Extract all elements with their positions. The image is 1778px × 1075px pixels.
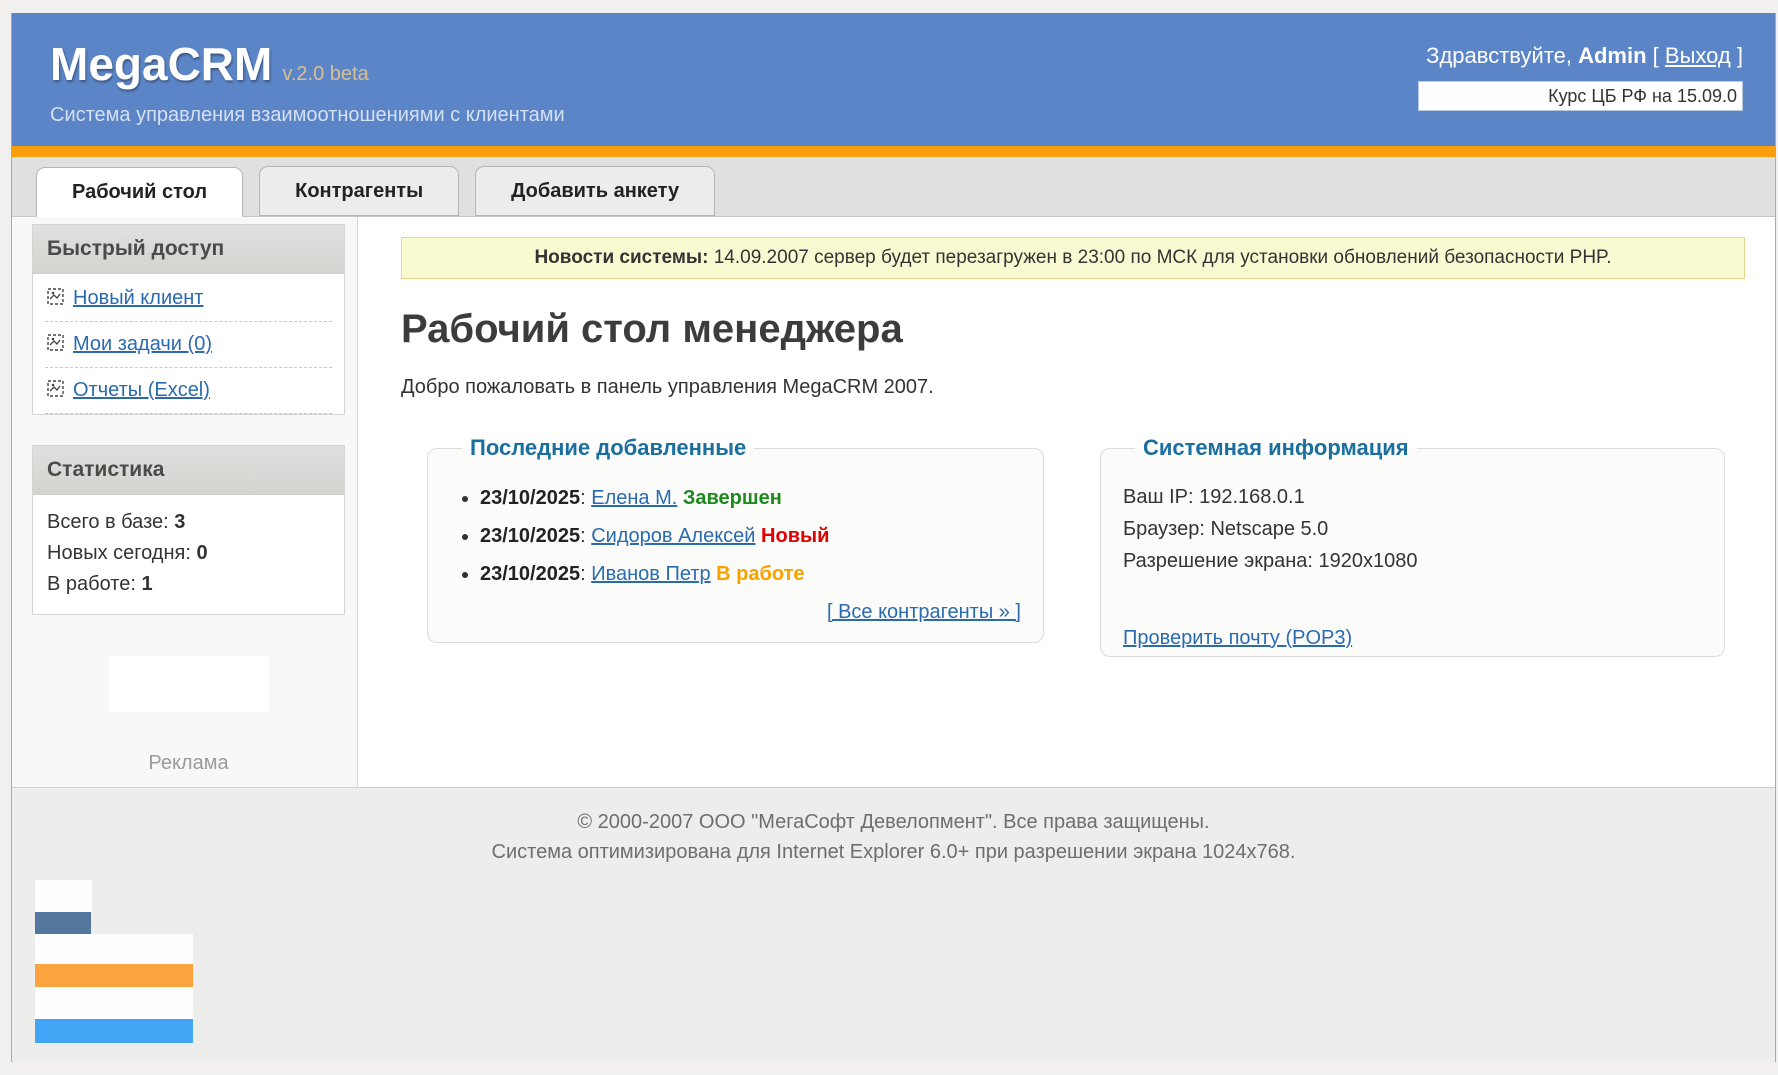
- stat-in-progress: В работе: 1: [47, 573, 153, 595]
- system-info-legend: Системная информация: [1143, 435, 1409, 460]
- logout-bracket-open: [: [1652, 43, 1659, 68]
- app-header: MegaCRM v.2.0 beta Система управления вз…: [12, 13, 1775, 146]
- quick-link-my-tasks[interactable]: Мои задачи (0): [73, 333, 212, 356]
- broken-banner-placeholder: [35, 964, 193, 987]
- statistics-body: Всего в базе: 3 Новых сегодня: 0 В работ…: [33, 495, 344, 614]
- quick-access-box: Быстрый доступ Новый клиент Мои задачи (…: [32, 224, 345, 415]
- all-contractors-wrap: [ Все контрагенты » ]: [450, 601, 1021, 624]
- system-news-text: 14.09.2007 сервер будет перезагружен в 2…: [713, 247, 1612, 268]
- broken-banner-placeholder: [35, 987, 193, 1019]
- broken-banner-placeholder: [35, 1019, 193, 1043]
- status-badge: В работе: [716, 563, 805, 585]
- stat-total: Всего в базе: 3: [47, 511, 186, 533]
- user-greeting: Здравствуйте, Admin [ Выход ]: [1418, 43, 1743, 69]
- accent-bar: [12, 146, 1775, 157]
- currency-ticker: Курс ЦБ РФ на 15.09.0: [1418, 81, 1743, 111]
- quick-access-list: Новый клиент Мои задачи (0) Отчеты (Exce…: [33, 274, 344, 414]
- list-item: Новый клиент: [45, 276, 332, 322]
- statistics-title: Статистика: [33, 446, 344, 495]
- stat-new-today: Новых сегодня: 0: [47, 542, 208, 564]
- optimized-line: Система оптимизирована для Internet Expl…: [491, 841, 1296, 863]
- record-date: 23/10/2025: [480, 487, 581, 509]
- client-link[interactable]: Иванов Петр: [591, 563, 710, 585]
- broken-banner-group: [35, 880, 1775, 1043]
- tab-desktop[interactable]: Рабочий стол: [36, 167, 244, 217]
- table-row: 23/10/2025: Елена М. Завершен: [480, 487, 1021, 510]
- main-content: Новости системы: 14.09.2007 сервер будет…: [358, 217, 1775, 787]
- welcome-text: Добро пожаловать в панель управления Meg…: [401, 376, 934, 398]
- broken-image-icon: [47, 287, 64, 310]
- table-row: 23/10/2025: Сидоров Алексей Новый: [480, 525, 1021, 548]
- status-badge: Завершен: [682, 487, 782, 509]
- copyright-line: © 2000-2007 ООО "МегаСофт Девелопмент". …: [577, 811, 1210, 833]
- table-row: 23/10/2025: Иванов Петр В работе: [480, 563, 1021, 586]
- sysinfo-resolution: Разрешение экрана: 1920x1080: [1123, 550, 1418, 572]
- system-info-panel: Системная информация Ваш IP: 192.168.0.1…: [1100, 435, 1725, 657]
- page-container: MegaCRM v.2.0 beta Система управления вз…: [11, 13, 1776, 1062]
- status-badge: Новый: [761, 525, 830, 547]
- record-date: 23/10/2025: [480, 525, 581, 547]
- stat-new-today-value: 0: [196, 542, 208, 564]
- tab-add-form[interactable]: Добавить анкету: [475, 166, 716, 216]
- footer: © 2000-2007 ООО "МегаСофт Девелопмент". …: [12, 787, 1775, 1062]
- check-mail-link[interactable]: Проверить почту (POP3): [1123, 627, 1352, 649]
- ad-label: Реклама: [148, 752, 229, 774]
- sysinfo-browser: Браузер: Netscape 5.0: [1123, 518, 1329, 540]
- header-right: Здравствуйте, Admin [ Выход ] Курс ЦБ РФ…: [1418, 43, 1743, 111]
- list-item: Отчеты (Excel): [45, 368, 332, 414]
- page-title: Рабочий стол менеджера: [401, 307, 903, 351]
- app-logo: MegaCRM: [50, 38, 273, 90]
- quick-access-title: Быстрый доступ: [33, 225, 344, 274]
- system-info-rows: Ваш IP: 192.168.0.1 Браузер: Netscape 5.…: [1123, 481, 1702, 577]
- all-contractors-link[interactable]: [ Все контрагенты » ]: [827, 601, 1021, 623]
- client-link[interactable]: Сидоров Алексей: [591, 525, 755, 547]
- greeting-text: Здравствуйте,: [1426, 43, 1572, 68]
- client-link[interactable]: Елена М.: [591, 487, 677, 509]
- sysinfo-ip: Ваш IP: 192.168.0.1: [1123, 486, 1305, 508]
- broken-banner-placeholder: [35, 912, 91, 934]
- broken-image-icon: [47, 379, 64, 402]
- system-news-label: Новости системы:: [534, 247, 709, 268]
- recent-added-legend: Последние добавленные: [470, 435, 747, 460]
- stat-total-value: 3: [174, 511, 186, 533]
- sidebar: Быстрый доступ Новый клиент Мои задачи (…: [12, 217, 358, 787]
- logout-bracket-close: ]: [1736, 43, 1743, 68]
- ad-image-placeholder: [108, 656, 269, 712]
- recent-added-list: 23/10/2025: Елена М. Завершен 23/10/2025…: [462, 487, 1021, 586]
- broken-banner-placeholder: [35, 934, 193, 964]
- tab-bar: Рабочий стол Контрагенты Добавить анкету: [12, 157, 1775, 217]
- system-news-banner: Новости системы: 14.09.2007 сервер будет…: [401, 237, 1745, 279]
- app-version: v.2.0 beta: [282, 63, 369, 85]
- check-mail-wrap: Проверить почту (POP3): [1123, 627, 1702, 650]
- quick-link-new-client[interactable]: Новый клиент: [73, 287, 203, 310]
- stat-in-progress-value: 1: [141, 573, 153, 595]
- broken-banner-placeholder: [35, 880, 92, 912]
- statistics-box: Статистика Всего в базе: 3 Новых сегодня…: [32, 445, 345, 615]
- tab-contractors[interactable]: Контрагенты: [259, 166, 460, 216]
- list-item: Мои задачи (0): [45, 322, 332, 368]
- recent-added-panel: Последние добавленные 23/10/2025: Елена …: [427, 435, 1044, 643]
- username: Admin: [1578, 43, 1647, 68]
- logout-link[interactable]: Выход: [1665, 43, 1731, 68]
- quick-link-reports-excel[interactable]: Отчеты (Excel): [73, 379, 210, 402]
- record-date: 23/10/2025: [480, 563, 581, 585]
- broken-image-icon: [47, 333, 64, 356]
- panels-row: Последние добавленные 23/10/2025: Елена …: [427, 435, 1745, 657]
- content-row: Быстрый доступ Новый клиент Мои задачи (…: [12, 217, 1775, 787]
